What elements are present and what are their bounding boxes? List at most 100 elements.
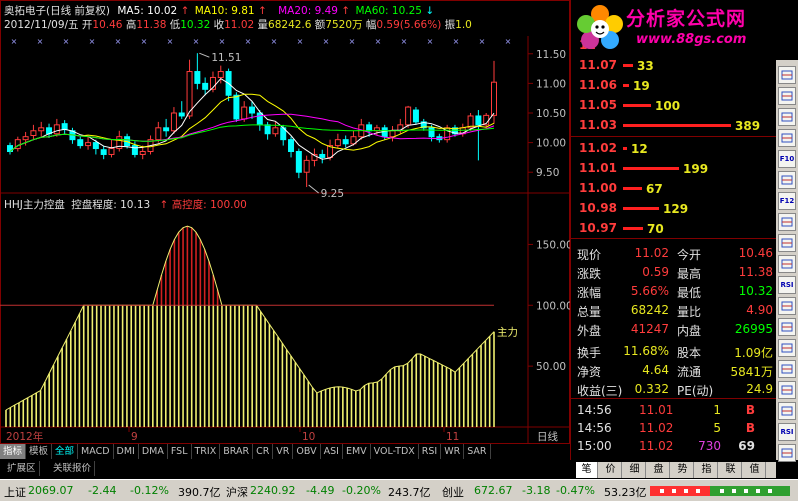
candle-up <box>491 81 497 116</box>
ask-volume-bar <box>623 124 731 127</box>
tab-rsi[interactable]: RSI <box>419 444 442 459</box>
sz-index-label: 沪深 <box>226 486 248 499</box>
tab-related-quotes[interactable]: 关联报价 <box>50 461 96 476</box>
candle-down <box>249 106 255 114</box>
signal-marker: × <box>271 37 278 46</box>
quote-tab-6[interactable]: 联 <box>720 462 742 478</box>
low-value: 10.32 <box>180 19 211 31</box>
tab-模板[interactable]: 模板 <box>26 444 53 459</box>
tool-icon[interactable] <box>778 381 796 399</box>
zd-label: 涨跌 <box>577 267 602 281</box>
bid-row[interactable]: 10.97 70 <box>579 221 664 239</box>
zd-value: 0.59 <box>642 265 669 279</box>
sy-label: 收益(三) <box>577 384 623 398</box>
tab-brar[interactable]: BRAR <box>220 444 254 459</box>
tick-volume: 1 <box>713 403 721 417</box>
lt-label: 流通 <box>677 365 702 379</box>
quote-tab-1[interactable]: 价 <box>600 462 622 478</box>
chart-area[interactable]: 11.51 9.25 × × × × × × × × × × × × × × × × × × × × 主力 11.50 1… <box>0 0 570 444</box>
signal-marker: × <box>479 37 486 46</box>
candle-down <box>381 127 388 138</box>
tab-dmi[interactable]: DMI <box>114 444 139 459</box>
quote-tab-5[interactable]: 指 <box>696 462 718 478</box>
tick-side: 69 <box>738 439 755 453</box>
tab-sar[interactable]: SAR <box>464 444 491 459</box>
tool-icon[interactable] <box>778 213 796 231</box>
bid-row[interactable]: 11.02 12 <box>579 141 648 159</box>
ask-row[interactable]: 11.06 19 <box>579 78 650 96</box>
close-label: 收 <box>213 19 225 31</box>
zl-label: 总量 <box>577 305 602 319</box>
ask-row[interactable]: 11.03 389 <box>579 118 760 136</box>
tool-f10-icon[interactable]: F10 <box>778 150 796 168</box>
tool-rsi-icon[interactable]: RSI <box>778 423 796 441</box>
ask-row[interactable]: 11.07 33 <box>579 58 654 76</box>
tool-icon[interactable] <box>778 129 796 147</box>
tab-vol-tdx[interactable]: VOL-TDX <box>371 444 419 459</box>
tool-icon[interactable] <box>778 171 796 189</box>
indicator-label: 100.00 <box>536 300 570 312</box>
tool-icon[interactable] <box>778 318 796 336</box>
tab-dma[interactable]: DMA <box>139 444 168 459</box>
tool-icon[interactable] <box>778 234 796 252</box>
ask-row[interactable]: 11.05 100 <box>579 98 680 116</box>
tab-cr[interactable]: CR <box>253 444 274 459</box>
quote-tab-0[interactable]: 笔 <box>576 462 598 478</box>
tab-extension-area[interactable]: 扩展区 <box>4 461 40 476</box>
tick-side: B <box>745 403 755 417</box>
tool-icon[interactable] <box>778 108 796 126</box>
hs-label: 换手 <box>577 346 602 360</box>
zf-label: 涨幅 <box>577 286 602 300</box>
tool-icon[interactable] <box>778 87 796 105</box>
quote-tab-3[interactable]: 盘 <box>648 462 670 478</box>
quote-tab-7[interactable]: 值 <box>744 462 766 478</box>
tool-icon[interactable] <box>778 297 796 315</box>
candle-up <box>108 148 115 155</box>
tool-f12-icon[interactable]: F12 <box>778 192 796 210</box>
bid-volume-bar <box>623 147 627 150</box>
tick-price: 11.02 <box>639 421 674 435</box>
sh-index-value: 2069.07 <box>28 484 74 497</box>
tab-fsl[interactable]: FSL <box>168 444 192 459</box>
tool-icon[interactable] <box>778 339 796 357</box>
bid-row[interactable]: 10.98 129 <box>579 201 688 219</box>
tool-icon[interactable] <box>778 360 796 378</box>
tab-emv[interactable]: EMV <box>343 444 371 459</box>
quote-tab-4[interactable]: 势 <box>672 462 694 478</box>
price-label: 11.50 <box>536 49 566 61</box>
tab-asi[interactable]: ASI <box>321 444 343 459</box>
tool-icon[interactable] <box>778 255 796 273</box>
tab-obv[interactable]: OBV <box>293 444 321 459</box>
bid-row[interactable]: 11.00 67 <box>579 181 663 199</box>
tool-icon[interactable] <box>778 444 796 462</box>
tab-trix[interactable]: TRIX <box>192 444 221 459</box>
candle-up <box>272 127 279 135</box>
candle-down <box>428 127 435 138</box>
high-control-value: 100.00 <box>210 199 247 211</box>
sz-index-change: -4.49 <box>306 484 335 497</box>
indicator-name[interactable]: HHJ主力控盘 <box>4 199 65 211</box>
cy-index-value: 672.67 <box>474 484 513 497</box>
tab-macd[interactable]: MACD <box>78 444 114 459</box>
quote-tab-2[interactable]: 细 <box>624 462 646 478</box>
jk-label: 今开 <box>677 248 702 262</box>
ask-volume: 19 <box>633 78 650 93</box>
tab-wr[interactable]: WR <box>441 444 465 459</box>
tab-vr[interactable]: VR <box>273 444 294 459</box>
kline-header: 奥拓电子(日线 前复权) MA5: 10.02 ↑ MA10: 9.81 ↑ M… <box>4 5 472 31</box>
tool-icon[interactable] <box>778 402 796 420</box>
tab-全部[interactable]: 全部 <box>52 444 79 459</box>
bid-row[interactable]: 11.01 199 <box>579 161 708 179</box>
tab-指标[interactable]: 指标 <box>0 444 27 459</box>
min-price-pointer <box>308 184 319 194</box>
main-force-label: 主力 <box>497 326 518 339</box>
candle-down <box>412 109 419 123</box>
tool-rsi-icon[interactable]: RSI <box>778 276 796 294</box>
moving-average-lines: × × × × × × × × × × × × × × × × × × × × <box>9 37 511 160</box>
ask-volume: 33 <box>637 58 654 73</box>
tool-icon[interactable] <box>778 66 796 84</box>
open-value: 10.46 <box>92 19 123 31</box>
gb-value: 1.09亿 <box>734 346 773 360</box>
lb-value: 4.90 <box>746 303 773 317</box>
control-value: 10.13 <box>120 199 151 211</box>
